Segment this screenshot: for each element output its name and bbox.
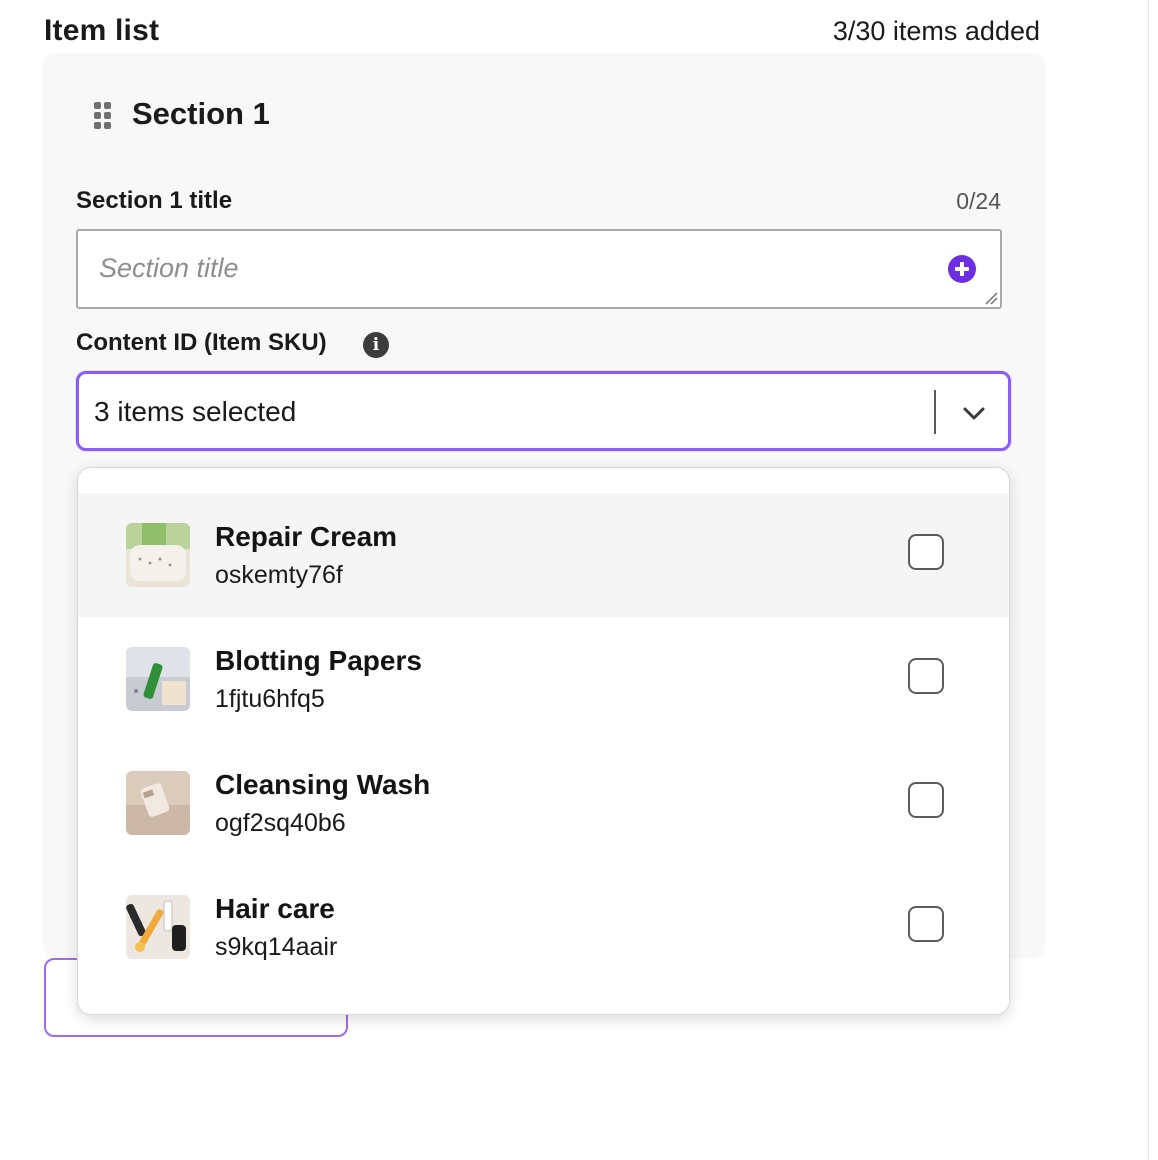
content-id-label: Content ID (Item SKU) — [76, 329, 327, 356]
option-sku: ogf2sq40b6 — [215, 809, 346, 837]
option-sku: 1fjtu6hfq5 — [215, 685, 325, 713]
drag-handle-icon[interactable] — [94, 102, 112, 129]
option-cleansing-wash[interactable]: Cleansing Wash ogf2sq40b6 — [78, 741, 1009, 865]
option-name: Blotting Papers — [215, 645, 422, 676]
option-hair-care[interactable]: Hair care s9kq14aair — [78, 865, 1009, 989]
option-checkbox[interactable] — [908, 658, 944, 694]
select-divider — [934, 390, 936, 434]
product-thumbnail — [126, 523, 190, 587]
selected-count-text: 3 items selected — [94, 396, 297, 427]
content-id-select[interactable]: 3 items selected — [76, 371, 1011, 451]
product-thumbnail — [126, 647, 190, 711]
title-char-count: 0/24 — [956, 188, 1001, 214]
option-sku: s9kq14aair — [215, 933, 338, 961]
option-blotting-papers[interactable]: Blotting Papers 1fjtu6hfq5 — [78, 617, 1009, 741]
product-thumbnail — [126, 771, 190, 835]
section-title-input[interactable]: Section title — [76, 229, 1002, 309]
option-checkbox[interactable] — [908, 906, 944, 942]
item-list-title: Item list — [44, 14, 160, 47]
content-id-dropdown: Repair Cream oskemty76f Blotting Papers … — [77, 467, 1010, 1015]
items-added-count: 3/30 items added — [832, 16, 1040, 46]
plus-circle-icon[interactable] — [948, 255, 976, 283]
section-heading: Section 1 — [132, 96, 270, 131]
page-divider — [1148, 0, 1149, 1160]
info-icon[interactable]: i — [363, 332, 389, 358]
option-name: Cleansing Wash — [215, 769, 431, 800]
option-name: Hair care — [215, 893, 335, 924]
section-title-placeholder: Section title — [99, 253, 239, 283]
option-checkbox[interactable] — [908, 782, 944, 818]
option-checkbox[interactable] — [908, 534, 944, 570]
chevron-down-icon[interactable] — [959, 398, 989, 428]
resize-handle-icon[interactable] — [982, 289, 998, 305]
product-thumbnail — [126, 895, 190, 959]
option-name: Repair Cream — [215, 521, 398, 552]
option-sku: oskemty76f — [215, 561, 343, 589]
option-repair-cream[interactable]: Repair Cream oskemty76f — [78, 493, 1009, 617]
section-title-label: Section 1 title — [76, 187, 233, 214]
